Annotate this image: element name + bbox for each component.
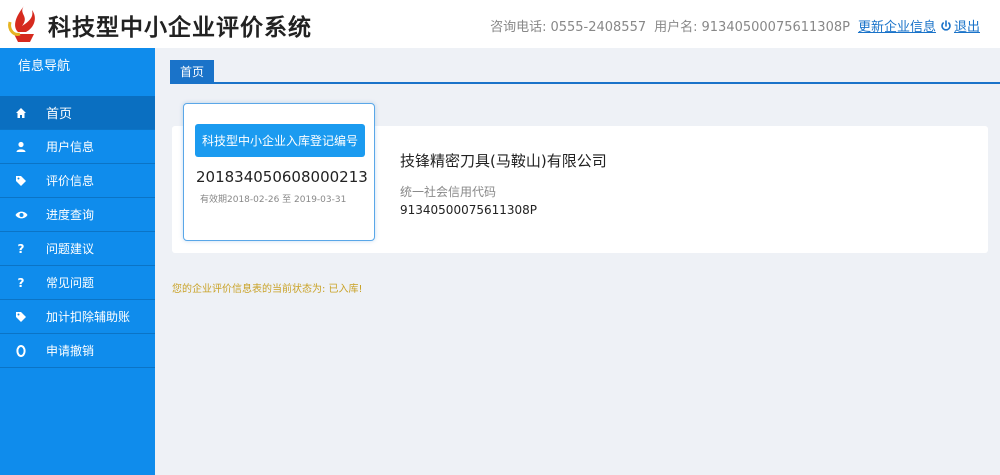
sidebar-nav: 首页 用户信息 评价信息 进度查询 ? 问题建议 ? 常见问题 加计扣除辅助账 … xyxy=(0,96,155,368)
eye-icon xyxy=(14,208,28,222)
validity-period: 有效期2018-02-26 至 2019-03-31 xyxy=(200,195,347,205)
registration-box: 科技型中小企业入库登记编号 201834050608000213 有效期2018… xyxy=(183,103,375,241)
torch-logo-icon xyxy=(8,6,35,42)
tag-icon xyxy=(14,174,28,188)
circle-icon xyxy=(14,344,28,358)
sidebar-item-label: 申请撤销 xyxy=(46,344,95,358)
tag-icon xyxy=(14,310,28,324)
question-icon: ? xyxy=(17,241,25,256)
sidebar-item-deduction-ledger[interactable]: 加计扣除辅助账 xyxy=(0,300,155,334)
sidebar-item-faq[interactable]: ? 常见问题 xyxy=(0,266,155,300)
phone-number: 0555-2408557 xyxy=(550,20,647,35)
sidebar-item-label: 评价信息 xyxy=(46,174,95,188)
home-icon xyxy=(14,106,28,120)
sidebar-item-label: 常见问题 xyxy=(46,276,95,290)
sidebar-item-evaluation[interactable]: 评价信息 xyxy=(0,164,155,198)
credit-code-value: 91340500075611308P xyxy=(400,203,538,217)
phone-label: 咨询电话: xyxy=(490,20,547,35)
top-header: 科技型中小企业评价系统 咨询电话: 0555-2408557 用户名: 9134050… xyxy=(0,0,1000,48)
logout-link[interactable]: 退出 xyxy=(954,20,980,35)
sidebar-item-label: 用户信息 xyxy=(46,140,95,154)
update-info-link[interactable]: 更新企业信息 xyxy=(858,20,936,35)
question-icon: ? xyxy=(17,275,25,290)
sidebar-item-progress[interactable]: 进度查询 xyxy=(0,198,155,232)
registration-number: 201834050608000213 xyxy=(196,168,368,186)
status-message: 您的企业评价信息表的当前状态为: 已入库! xyxy=(172,284,363,295)
username-label: 用户名: xyxy=(654,20,698,35)
sidebar-item-user-info[interactable]: 用户信息 xyxy=(0,130,155,164)
sidebar-item-home[interactable]: 首页 xyxy=(0,96,155,130)
credit-code-label: 统一社会信用代码 xyxy=(400,185,497,199)
registration-number-button[interactable]: 科技型中小企业入库登记编号 xyxy=(195,124,365,157)
tab-home[interactable]: 首页 xyxy=(170,60,215,84)
sidebar-item-label: 问题建议 xyxy=(46,242,95,256)
header-info: 咨询电话: 0555-2408557 用户名: 91340500075611308P 更… xyxy=(490,16,980,35)
sidebar-item-label: 进度查询 xyxy=(46,208,95,222)
sidebar-item-label: 加计扣除辅助账 xyxy=(46,310,131,324)
username-value: 91340500075611308P xyxy=(701,20,850,35)
company-name: 技锋精密刀具(马鞍山)有限公司 xyxy=(400,152,607,170)
app-title: 科技型中小企业评价系统 xyxy=(48,15,312,41)
user-icon xyxy=(14,140,28,154)
sidebar-heading: 信息导航 xyxy=(18,59,71,74)
sidebar-item-suggestions[interactable]: ? 问题建议 xyxy=(0,232,155,266)
sidebar-item-label: 首页 xyxy=(46,107,73,122)
sidebar-item-revoke[interactable]: 申请撤销 xyxy=(0,334,155,368)
power-icon[interactable] xyxy=(940,20,952,32)
tab-bar: 首页 xyxy=(170,60,1000,84)
sidebar: 信息导航 首页 用户信息 评价信息 进度查询 ? 问题建议 ? 常见问题 加计扣… xyxy=(0,48,155,475)
